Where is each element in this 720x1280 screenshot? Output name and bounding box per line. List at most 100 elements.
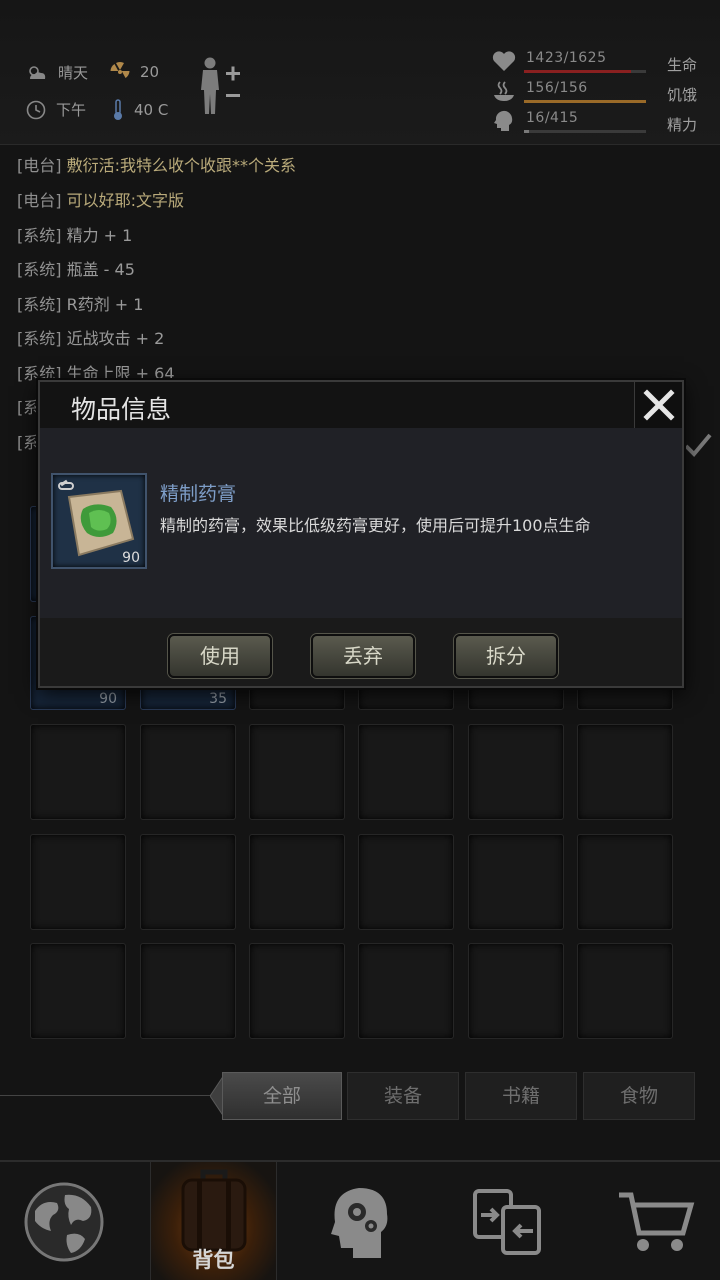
inventory-slot[interactable] xyxy=(358,943,454,1039)
item-count: 90 xyxy=(122,550,140,566)
tab-divider xyxy=(0,1095,220,1096)
close-icon xyxy=(642,389,675,421)
item-info-dialog: 物品信息 90 精制药膏 精制的药膏，效果比低级药膏更好，使用后可提升100点生… xyxy=(38,380,684,688)
slot-count: 35 xyxy=(209,691,227,707)
shopping-cart-icon xyxy=(619,1192,695,1251)
log-line: [系统] 精力 + 1 xyxy=(17,222,132,246)
dialog-body: 90 精制药膏 精制的药膏，效果比低级药膏更好，使用后可提升100点生命 xyxy=(40,428,682,618)
bottom-nav: 背包 xyxy=(0,1160,720,1280)
use-button[interactable]: 使用 xyxy=(168,634,272,678)
backpack-icon xyxy=(181,1169,246,1252)
log-tag: [系统] xyxy=(17,226,62,245)
life-label: 生命 xyxy=(666,56,697,74)
tab-equipment[interactable]: 装备 xyxy=(347,1072,459,1120)
inventory-slot[interactable] xyxy=(468,724,564,820)
radiation-icon xyxy=(110,62,130,78)
life-value: 1423/1625 xyxy=(526,50,607,66)
log-line: [系统] 瓶盖 - 45 xyxy=(17,256,135,280)
log-line: [系 xyxy=(17,429,39,453)
close-button[interactable] xyxy=(634,382,682,428)
energy-track xyxy=(524,130,646,133)
log-line: [系 xyxy=(17,394,39,418)
hunger-bar: 156/156 饥饿 xyxy=(492,80,707,106)
dialog-footer: 使用 丢弃 拆分 xyxy=(40,618,682,686)
hunger-value: 156/156 xyxy=(526,80,588,96)
dialog-header: 物品信息 xyxy=(40,382,682,428)
nav-backpack-button[interactable]: 背包 xyxy=(150,1162,277,1280)
discard-button[interactable]: 丢弃 xyxy=(311,634,415,678)
inventory-slot[interactable] xyxy=(358,834,454,930)
energy-label: 精力 xyxy=(666,116,697,134)
inventory-slot[interactable] xyxy=(577,724,673,820)
life-bar: 1423/1625 生命 xyxy=(492,50,707,76)
weather-stat: 晴天 xyxy=(26,62,88,83)
hunger-label: 饥饿 xyxy=(666,86,697,104)
log-tag: [系 xyxy=(17,398,40,417)
inventory-slot[interactable] xyxy=(358,724,454,820)
energy-bar: 16/415 精力 xyxy=(492,110,707,136)
log-message: 瓶盖 - 45 xyxy=(66,260,135,279)
head-gears-icon xyxy=(331,1188,388,1258)
life-fill xyxy=(524,70,631,73)
hot-food-icon xyxy=(494,81,514,101)
log-line: [系统] R药剂 + 1 xyxy=(17,291,143,315)
clock-icon xyxy=(26,100,46,119)
inventory-slot[interactable] xyxy=(140,943,236,1039)
radiation-stat: 20 xyxy=(110,62,159,82)
log-message: 精力 + 1 xyxy=(66,226,133,245)
tab-all[interactable]: 全部 xyxy=(222,1072,342,1120)
inventory-slot[interactable] xyxy=(468,834,564,930)
inventory-slot[interactable] xyxy=(577,834,673,930)
energy-fill xyxy=(524,130,529,133)
inventory-slot[interactable] xyxy=(249,724,345,820)
log-message: 近战攻击 + 2 xyxy=(66,329,165,348)
nav-skills-button[interactable] xyxy=(290,1162,430,1280)
exchange-icon xyxy=(473,1189,541,1255)
thermometer-icon xyxy=(114,99,122,120)
log-tag: [电台] xyxy=(17,191,62,210)
temperature-value: 40 C xyxy=(134,101,169,119)
log-tag: [电台] xyxy=(17,156,62,175)
life-track xyxy=(524,70,646,73)
inventory-slot[interactable] xyxy=(249,834,345,930)
inventory-slot[interactable] xyxy=(30,834,126,930)
inventory-slot[interactable] xyxy=(30,724,126,820)
split-button[interactable]: 拆分 xyxy=(454,634,558,678)
inventory-slot[interactable] xyxy=(249,943,345,1039)
item-name: 精制药膏 xyxy=(160,483,237,505)
log-tag: [系统] xyxy=(17,295,62,314)
hunger-fill xyxy=(524,100,646,103)
radiation-value: 20 xyxy=(140,63,160,81)
time-text: 下午 xyxy=(56,101,87,119)
tab-books[interactable]: 书籍 xyxy=(465,1072,577,1120)
status-bar: 晴天 20 下午 40 C 1423/1625 生命 156/156 饥饿 16… xyxy=(0,0,720,145)
log-line: [电台] 敷衍活:我特么收个收跟**个关系 xyxy=(17,152,296,176)
checkmark-icon[interactable] xyxy=(684,432,712,458)
inventory-slot[interactable] xyxy=(577,943,673,1039)
inventory-slot[interactable] xyxy=(468,943,564,1039)
nav-map-button[interactable] xyxy=(0,1162,134,1280)
log-message: R药剂 + 1 xyxy=(66,295,144,314)
hunger-track xyxy=(524,100,646,103)
log-message: 敷衍活:我特么收个收跟**个关系 xyxy=(66,156,296,175)
temperature-stat: 40 C xyxy=(112,99,168,121)
inventory-slot[interactable] xyxy=(140,724,236,820)
slot-count: 90 xyxy=(99,691,117,707)
head-icon xyxy=(494,110,513,131)
body-status-button[interactable] xyxy=(196,56,244,122)
dialog-title: 物品信息 xyxy=(71,395,172,424)
item-description: 精制的药膏，效果比低级药膏更好，使用后可提升100点生命 xyxy=(160,516,591,535)
log-line: [电台] 可以好耶:文字版 xyxy=(17,187,184,211)
sun-cloud-icon xyxy=(29,65,46,79)
tab-food[interactable]: 食物 xyxy=(583,1072,695,1120)
time-stat: 下午 xyxy=(26,99,86,120)
nav-backpack-label: 背包 xyxy=(192,1248,235,1272)
log-message: 可以好耶:文字版 xyxy=(66,191,184,210)
body-figure-icon xyxy=(201,57,240,114)
nav-trade-button[interactable] xyxy=(438,1162,578,1280)
log-tag: [系 xyxy=(17,433,40,452)
globe-icon xyxy=(24,1182,104,1262)
inventory-slot[interactable] xyxy=(30,943,126,1039)
inventory-slot[interactable] xyxy=(140,834,236,930)
nav-shop-button[interactable] xyxy=(586,1162,720,1280)
